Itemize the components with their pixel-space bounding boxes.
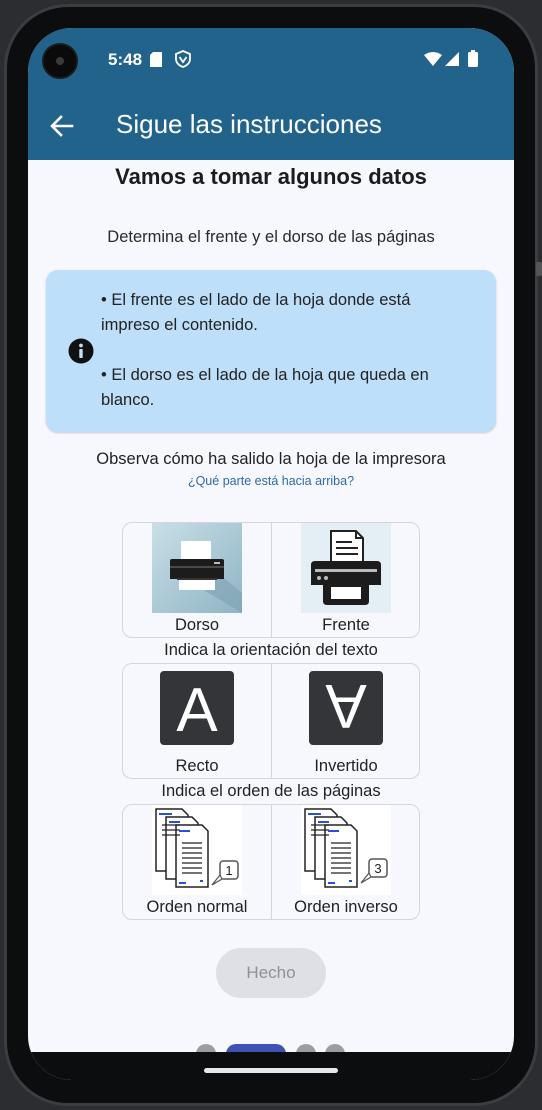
question-printer-output: Observa cómo ha salido la hoja de la imp… <box>96 450 446 468</box>
option-invertido-label: Invertido <box>314 757 378 775</box>
letter-a-glyph: A <box>325 671 367 740</box>
done-button[interactable]: Hecho <box>216 948 326 998</box>
sd-card-icon <box>150 52 162 67</box>
top-bar: 5:48 Sigue las instrucciones <box>28 28 514 160</box>
printer-blank-icon <box>152 523 242 613</box>
letter-a-upright-icon: A <box>160 671 234 745</box>
arrow-back-icon[interactable] <box>48 112 76 140</box>
screen: 5:48 Sigue las instrucciones Vamos a tom… <box>28 28 514 1080</box>
system-nav-bar <box>28 1052 514 1080</box>
page-number-badge: 3 <box>374 861 381 876</box>
option-recto-label: Recto <box>175 757 219 775</box>
info-text-front: • El frente es el lado de la hoja donde … <box>101 291 411 334</box>
option-group-side: Dorso Frente <box>122 522 420 638</box>
option-group-order: 1 Orden normal 3 Orden inverso <box>122 804 420 920</box>
vpn-shield-icon <box>175 50 191 68</box>
page-title: Sigue las instrucciones <box>116 109 382 139</box>
question-hint: ¿Qué parte está hacia arriba? <box>187 474 355 488</box>
battery-icon <box>468 50 478 67</box>
status-bar: 5:48 <box>28 28 514 92</box>
page-stack-icon: 3 <box>301 805 391 895</box>
printer-printed-icon <box>301 523 391 613</box>
section-heading: Vamos a tomar algunos datos <box>115 164 427 189</box>
question-page-order: Indica el orden de las páginas <box>161 782 381 800</box>
option-orden-normal-label: Orden normal <box>146 898 248 916</box>
option-group-orientation: A Recto A Invertido <box>122 663 420 779</box>
status-time: 5:48 <box>108 50 143 69</box>
side-button <box>536 262 542 276</box>
question-text-orientation: Indica la orientación del texto <box>164 641 378 659</box>
info-text-back: • El dorso es el lado de la hoja que que… <box>101 366 429 409</box>
option-orden-inverso[interactable]: 3 Orden inverso <box>272 805 420 919</box>
option-recto[interactable]: A Recto <box>123 664 271 778</box>
info-icon <box>68 338 94 364</box>
letter-a-inverted-icon: A <box>309 671 383 745</box>
option-orden-inverso-label: Orden inverso <box>294 898 398 916</box>
page-stack-icon: 1 <box>152 805 242 895</box>
info-box: • El frente es el lado de la hoja donde … <box>46 270 496 432</box>
app-bar: Sigue las instrucciones <box>28 92 514 160</box>
letter-a-glyph: A <box>176 676 218 745</box>
section-subheading: Determina el frente y el dorso de las pá… <box>107 228 435 246</box>
option-orden-normal[interactable]: 1 Orden normal <box>123 805 271 919</box>
cell-signal-icon <box>445 52 459 66</box>
option-frente[interactable]: Frente <box>272 523 420 637</box>
page-number-badge: 1 <box>225 863 232 878</box>
option-invertido[interactable]: A Invertido <box>272 664 420 778</box>
option-frente-label: Frente <box>322 616 370 634</box>
option-dorso[interactable]: Dorso <box>123 523 271 637</box>
wifi-icon <box>424 52 442 66</box>
gesture-handle[interactable] <box>204 1068 338 1073</box>
option-dorso-label: Dorso <box>174 616 219 634</box>
front-camera <box>42 43 78 79</box>
